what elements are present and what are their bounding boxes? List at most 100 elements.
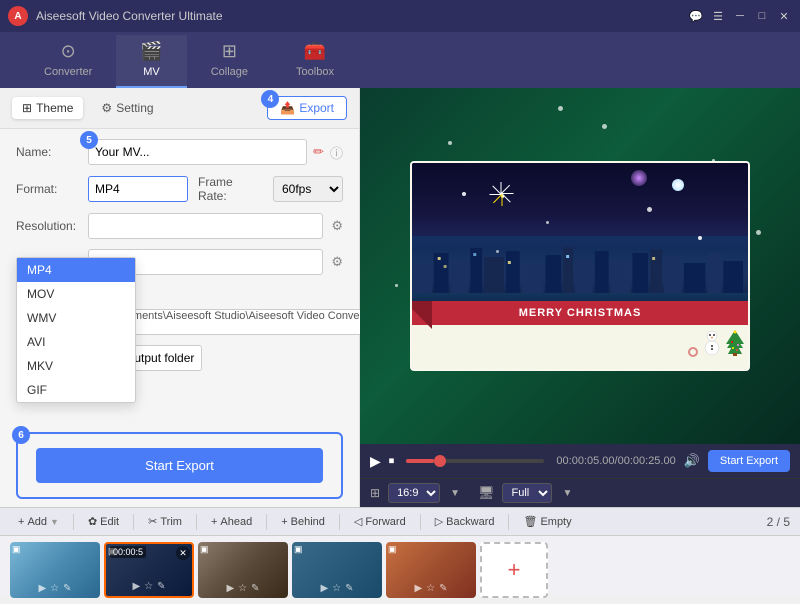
clip-1[interactable]: ▣ ▶ ☆ ✎ [10,542,100,598]
tab-toolbox-label: Toolbox [296,66,334,78]
add-clip-button[interactable]: + [480,542,548,598]
clip-2[interactable]: ▣ 00:00:5 ✕ ▶ ☆ ✎ [104,542,194,598]
close-btn[interactable]: ✕ [776,8,792,24]
forward-button[interactable]: ◁ Forward [346,512,414,531]
clip-5-video-icon: ▣ [388,544,397,555]
separator-1 [73,514,74,530]
subtab-setting[interactable]: ⚙ Setting [91,97,163,119]
maximize-btn[interactable]: □ [754,8,770,24]
add-button[interactable]: + Add ▼ [10,513,67,531]
format-dropdown[interactable]: MP4 MOV WMV AVI MKV GIF [88,176,188,202]
separator-7 [508,514,509,530]
name-edit-icon[interactable]: ✏ [313,144,324,160]
export-top-label: Export [299,101,334,115]
quality-select[interactable]: Full Half [502,483,552,503]
city-skyline [412,243,748,293]
resolution-row: Resolution: ⚙ [16,213,343,239]
edit-icon: ✿ [88,515,97,528]
separator-6 [420,514,421,530]
tab-collage-label: Collage [211,66,248,78]
separator-4 [266,514,267,530]
clip-4[interactable]: ▣ ▶ ☆ ✎ [292,542,382,598]
quality-gear-icon[interactable]: ⚙ [331,254,343,270]
resolution-gear-icon[interactable]: ⚙ [331,218,343,234]
framerate-select[interactable]: 60fps 30fps 24fps [273,176,343,202]
timeline: + Add ▼ ✿ Edit ✂ Trim + Ahead + Behind ◁… [0,507,800,595]
subtab-theme[interactable]: ⊞ Theme [12,97,83,119]
clip-3[interactable]: ▣ ▶ ☆ ✎ [198,542,288,598]
name-badge: 5 [80,131,98,149]
preview-card: MERRY CHRISTMAS [410,161,750,371]
tab-mv[interactable]: 🎬 MV [116,35,186,88]
resolution-label: Resolution: [16,219,88,233]
dropdown-item-mp4[interactable]: MP4 [17,258,135,282]
clip-5-edit-icon: ✎ [439,583,447,594]
dropdown-item-avi[interactable]: AVI [17,330,135,354]
tab-converter[interactable]: ⊙ Converter [20,35,116,88]
add-chevron: ▼ [50,517,59,527]
clip-3-controls: ▶ ☆ ✎ [226,583,259,594]
snowman [704,328,720,359]
tab-toolbox[interactable]: 🧰 Toolbox [272,35,358,88]
tab-converter-label: Converter [44,66,92,78]
progress-bar[interactable] [406,459,544,463]
pagination: 2 / 5 [767,515,790,529]
dropdown-item-wmv[interactable]: WMV [17,306,135,330]
quality-chevron: ▼ [562,488,572,499]
clip-2-close-icon[interactable]: ✕ [176,546,190,560]
backward-button[interactable]: ▷ Backward [427,512,503,531]
name-input[interactable] [88,139,307,165]
nav-tabs: ⊙ Converter 🎬 MV ⊞ Collage 🧰 Toolbox [0,32,800,88]
start-export-badge: 6 [12,426,30,444]
format-row: Format: MP4 MOV WMV AVI MKV GIF Frame Ra… [16,175,343,203]
window-controls[interactable]: 💬 ☰ ─ □ ✕ [688,8,792,24]
clip-1-star-icon: ☆ [50,583,59,594]
clip-4-edit-icon: ✎ [345,583,353,594]
message-btn[interactable]: 💬 [688,8,704,24]
export-top-button[interactable]: 📤 Export [267,96,347,120]
separator-5 [339,514,340,530]
preview-controls: ▶ ⏹ 00:00:05.00/00:00:25.00 🔊 Start Expo… [360,444,800,478]
dot-decoration [688,347,698,357]
clip-5-star-icon: ☆ [426,583,435,594]
edit-button[interactable]: ✿ Edit [80,512,127,531]
snow3 [647,207,652,212]
trim-button[interactable]: ✂ Trim [140,512,190,531]
dropdown-item-gif[interactable]: GIF [17,378,135,402]
clip-3-star-icon: ☆ [238,583,247,594]
start-export-preview-button[interactable]: Start Export [708,450,790,472]
minimize-btn[interactable]: ─ [732,8,748,24]
ahead-button[interactable]: + Ahead [203,513,260,531]
collage-icon: ⊞ [222,41,237,62]
volume-icon[interactable]: 🔊 [684,453,700,469]
mv-icon: 🎬 [140,41,162,62]
forward-icon: ◁ [354,515,362,528]
ratio-select[interactable]: 16:9 4:3 1:1 [388,483,440,503]
time-display: 00:00:05.00/00:00:25.00 [556,455,675,467]
title-bar: A Aiseesoft Video Converter Ultimate 💬 ☰… [0,0,800,32]
export-outline: 6 Start Export [16,432,343,499]
name-info-icon: ⓘ [330,143,343,162]
dropdown-item-mkv[interactable]: MKV [17,354,135,378]
menu-btn[interactable]: ☰ [710,8,726,24]
clip-4-star-icon: ☆ [332,583,341,594]
play-button[interactable]: ▶ [370,453,381,470]
dropdown-item-mov[interactable]: MOV [17,282,135,306]
start-export-button[interactable]: Start Export [36,448,323,483]
firework-left [486,180,516,210]
clip-2-duration: 00:00:5 [110,546,146,558]
empty-button[interactable]: 🗑 Empty [515,512,579,531]
subtab-setting-label: Setting [116,101,153,115]
format-dropdown-popup: MP4 MOV WMV AVI MKV GIF [16,257,136,403]
clip-1-play-icon: ▶ [38,583,46,594]
ratio-label: ⊞ [370,486,380,500]
stop-button[interactable]: ⏹ [389,455,395,468]
clip-5-play-icon: ▶ [414,583,422,594]
timeline-toolbar: + Add ▼ ✿ Edit ✂ Trim + Ahead + Behind ◁… [0,508,800,536]
theme-icon: ⊞ [22,101,32,115]
christmas-banner: MERRY CHRISTMAS [412,301,748,325]
behind-button[interactable]: + Behind [273,513,333,531]
clip-5[interactable]: ▣ ▶ ☆ ✎ [386,542,476,598]
format-select-wrapper: MP4 MOV WMV AVI MKV GIF [88,176,188,202]
tab-collage[interactable]: ⊞ Collage [187,35,272,88]
